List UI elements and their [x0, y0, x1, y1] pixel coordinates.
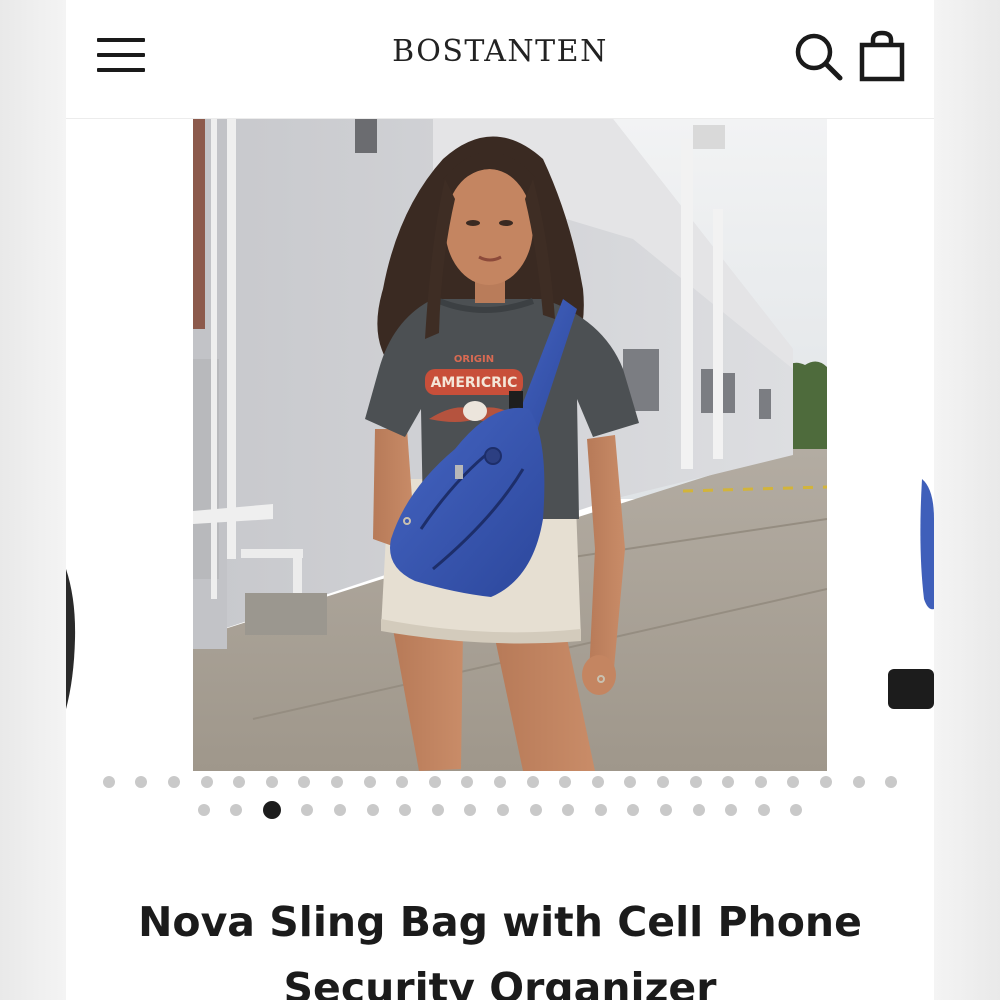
pagination-dot[interactable] [230, 804, 243, 816]
pagination-dot[interactable] [692, 804, 705, 816]
pagination-dot[interactable] [885, 776, 898, 788]
pagination-dot[interactable] [396, 776, 409, 788]
pagination-dot[interactable] [135, 776, 148, 788]
pagination-dot[interactable] [754, 776, 767, 788]
pagination-dot[interactable] [200, 776, 213, 788]
svg-text:ORIGIN: ORIGIN [454, 354, 494, 365]
product-title: Nova Sling Bag with Cell Phone Security … [86, 889, 914, 1000]
pagination-row-1 [66, 772, 934, 792]
pagination-dot[interactable] [627, 804, 640, 816]
pagination-dot[interactable] [399, 804, 412, 816]
site-header: BOSTANTEN [66, 0, 934, 119]
product-photo-model[interactable]: ORIGIN AMERICRIC [193, 119, 827, 771]
svg-text:AMERICRIC: AMERICRIC [431, 375, 518, 391]
pagination-dot[interactable] [562, 804, 575, 816]
pagination-dot[interactable] [331, 776, 344, 788]
cart-button[interactable] [858, 30, 908, 84]
pagination-dot[interactable] [265, 776, 278, 788]
previous-slide-peek[interactable] [66, 569, 76, 709]
pagination-dot[interactable] [298, 776, 311, 788]
pagination-dot[interactable] [725, 804, 738, 816]
pagination-dot[interactable] [102, 776, 115, 788]
pagination-dot[interactable] [659, 804, 672, 816]
pagination-dot-active[interactable] [262, 801, 281, 819]
pagination-dot[interactable] [790, 804, 803, 816]
model-photo-illustration: ORIGIN AMERICRIC [193, 119, 827, 771]
pagination-dot[interactable] [461, 776, 474, 788]
pagination-dot[interactable] [591, 776, 604, 788]
pagination-dot[interactable] [431, 804, 444, 816]
pagination-dot[interactable] [233, 776, 246, 788]
pagination-dot[interactable] [656, 776, 669, 788]
pagination-dot[interactable] [787, 776, 800, 788]
pagination-dot[interactable] [464, 804, 477, 816]
pagination-dot[interactable] [363, 776, 376, 788]
pagination-dot[interactable] [526, 776, 539, 788]
pagination-dot[interactable] [428, 776, 441, 788]
pagination-dot[interactable] [594, 804, 607, 816]
pagination-dot[interactable] [366, 804, 379, 816]
pagination-dot[interactable] [689, 776, 702, 788]
app-viewport: BOSTANTEN ORIGIN AMERICRIC Nova Sling Ba… [0, 0, 1000, 1000]
pagination-dot[interactable] [168, 776, 181, 788]
pagination-dot[interactable] [757, 804, 770, 816]
pagination-dot[interactable] [819, 776, 832, 788]
product-title-line-1: Nova Sling Bag with Cell Phone [138, 898, 862, 947]
product-image-carousel[interactable]: ORIGIN AMERICRIC [66, 119, 934, 771]
pagination-dot[interactable] [494, 776, 506, 788]
search-icon [795, 33, 843, 81]
next-slide-peek[interactable] [888, 479, 934, 709]
product-page: BOSTANTEN ORIGIN AMERICRIC Nova Sling Ba… [66, 0, 934, 1000]
pagination-dot[interactable] [497, 804, 509, 816]
pagination-dot[interactable] [624, 776, 637, 788]
pagination-dot[interactable] [301, 804, 314, 816]
pagination-dot[interactable] [529, 804, 542, 816]
pagination-dot[interactable] [852, 776, 865, 788]
pagination-row-2 [66, 800, 934, 820]
search-button[interactable] [794, 32, 846, 84]
carousel-pagination [66, 772, 934, 820]
pagination-dot[interactable] [197, 804, 210, 816]
shopping-bag-icon [859, 30, 905, 82]
pagination-dot[interactable] [722, 776, 735, 788]
pagination-dot[interactable] [334, 804, 347, 816]
pagination-dot[interactable] [559, 776, 572, 788]
product-title-line-2: Security Organizer [283, 964, 717, 1000]
